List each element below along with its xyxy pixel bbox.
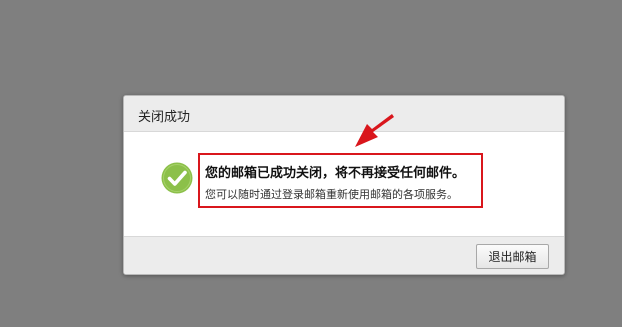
dialog-title: 关闭成功 bbox=[138, 110, 191, 125]
message-subtitle: 您可以随时通过登录邮箱重新使用邮箱的各项服务。 bbox=[205, 188, 458, 201]
dialog-footer: 退出邮箱 bbox=[124, 236, 564, 274]
dialog-header: 关闭成功 bbox=[124, 96, 564, 132]
highlighted-message-box: 您的邮箱已成功关闭，将不再接受任何邮件。 您可以随时通过登录邮箱重新使用邮箱的各… bbox=[198, 153, 483, 208]
exit-mailbox-button[interactable]: 退出邮箱 bbox=[476, 244, 549, 269]
close-mailbox-dialog: 关闭成功 您的邮箱已成功关闭，将不再接受任何邮件。 您可以随时通过登录邮箱重新使… bbox=[123, 95, 565, 275]
message-title: 您的邮箱已成功关闭，将不再接受任何邮件。 bbox=[205, 166, 466, 181]
dialog-body: 您的邮箱已成功关闭，将不再接受任何邮件。 您可以随时通过登录邮箱重新使用邮箱的各… bbox=[124, 132, 564, 236]
check-circle-icon bbox=[161, 162, 193, 194]
